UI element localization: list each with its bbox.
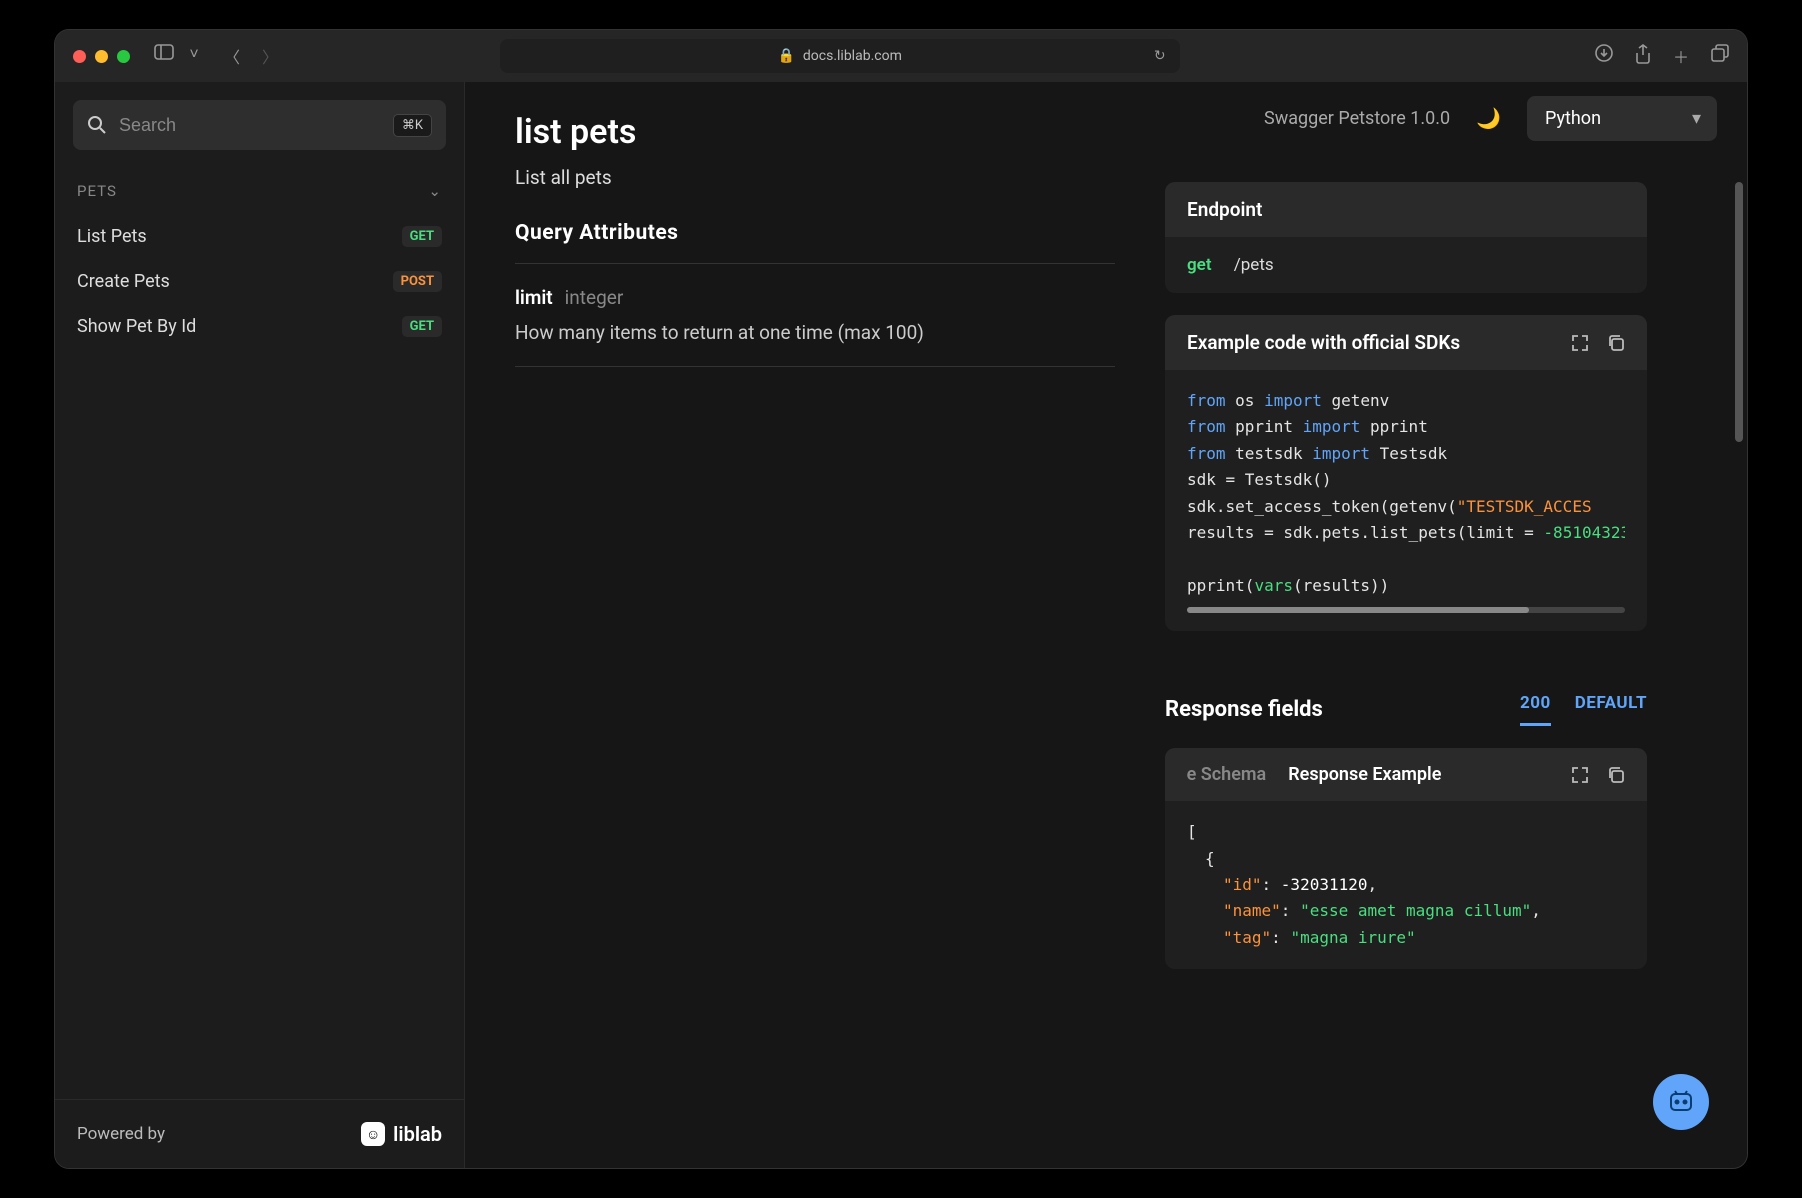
close-window-button[interactable] [73, 50, 86, 63]
response-panel-header: ponse Schema Response Example [1165, 748, 1647, 801]
language-value: Python [1545, 108, 1601, 129]
address-bar[interactable]: 🔒 docs.liblab.com ↻ [500, 39, 1180, 73]
param-name: limit [515, 286, 553, 309]
page-title: list pets [515, 112, 1115, 152]
back-button[interactable]: 〈 [220, 44, 244, 68]
sidebar-item-list-pets[interactable]: List Pets GET [55, 214, 464, 259]
sidebar-footer: Powered by ☺ liblab [55, 1099, 464, 1168]
expand-icon[interactable] [1571, 334, 1589, 352]
vertical-scrollbar[interactable] [1735, 182, 1743, 442]
window-controls [73, 50, 130, 63]
tab-response-example[interactable]: Response Example [1288, 764, 1441, 785]
sidebar-toggle-icon[interactable] [154, 44, 178, 68]
response-header-row: Response fields 200 DEFAULT [1165, 693, 1647, 726]
sidebar: ⌘K PETS ⌄ List Pets GET Create Pets POST… [55, 82, 465, 1168]
status-tabs: 200 DEFAULT [1520, 693, 1647, 726]
horizontal-scrollbar[interactable] [1187, 607, 1625, 613]
browser-window: ˅ 〈 〉 🔒 docs.liblab.com ↻ ＋ ⌘K PETS ⌄ [55, 30, 1747, 1168]
powered-by-label: Powered by [77, 1124, 165, 1144]
sidebar-item-label: Show Pet By Id [77, 316, 196, 337]
search-icon [87, 115, 107, 135]
language-select[interactable]: Python [1527, 96, 1717, 141]
sidebar-item-create-pets[interactable]: Create Pets POST [55, 259, 464, 304]
example-body: from os import getenv from pprint import… [1165, 370, 1647, 631]
chevron-down-icon: ⌄ [428, 182, 442, 200]
endpoint-heading: Endpoint [1165, 182, 1647, 237]
example-panel: Example code with official SDKs from os … [1165, 315, 1647, 631]
code-block[interactable]: from os import getenv from pprint import… [1187, 388, 1625, 599]
query-attributes-heading: Query Attributes [515, 221, 1115, 245]
tab-200[interactable]: 200 [1520, 693, 1551, 726]
endpoint-panel: Endpoint get /pets [1165, 182, 1647, 293]
reload-icon[interactable]: ↻ [1154, 48, 1166, 64]
method-badge: POST [393, 271, 442, 292]
theme-toggle-moon-icon[interactable]: 🌙 [1476, 106, 1501, 130]
share-icon[interactable] [1635, 44, 1651, 68]
new-tab-icon[interactable]: ＋ [1673, 44, 1689, 68]
copy-icon[interactable] [1607, 766, 1625, 784]
tab-response-schema[interactable]: ponse Schema [1187, 764, 1266, 785]
browser-titlebar: ˅ 〈 〉 🔒 docs.liblab.com ↻ ＋ [55, 30, 1747, 82]
endpoint-body: get /pets [1165, 237, 1647, 293]
content-column: list pets List all pets Query Attributes… [465, 82, 1165, 1168]
method-badge: GET [402, 316, 442, 337]
tabs-icon[interactable] [1711, 44, 1729, 68]
download-icon[interactable] [1595, 44, 1613, 68]
method-badge: GET [402, 226, 442, 247]
section-label: PETS [77, 182, 117, 200]
param-type: integer [565, 286, 624, 309]
http-method: get [1187, 255, 1212, 275]
minimize-window-button[interactable] [95, 50, 108, 63]
sidebar-item-label: List Pets [77, 226, 147, 247]
api-title: Swagger Petstore 1.0.0 [1264, 108, 1450, 129]
app-root: ⌘K PETS ⌄ List Pets GET Create Pets POST… [55, 82, 1747, 1168]
code-column: Endpoint get /pets Example code with off… [1165, 82, 1675, 1168]
tab-default[interactable]: DEFAULT [1575, 693, 1647, 726]
response-panel: ponse Schema Response Example [{"id": -3… [1165, 748, 1647, 969]
param-limit: limit integer How many items to return a… [515, 263, 1115, 367]
lock-icon: 🔒 [777, 48, 794, 64]
top-bar: Swagger Petstore 1.0.0 🌙 Python [1234, 82, 1747, 154]
sidebar-item-show-pet[interactable]: Show Pet By Id GET [55, 304, 464, 349]
maximize-window-button[interactable] [117, 50, 130, 63]
endpoint-path: /pets [1234, 255, 1274, 275]
url-text: docs.liblab.com [803, 48, 902, 64]
search-box[interactable]: ⌘K [73, 100, 446, 150]
chevron-down-icon[interactable]: ˅ [182, 44, 206, 68]
chat-fab[interactable] [1653, 1074, 1709, 1130]
copy-icon[interactable] [1607, 334, 1625, 352]
sidebar-section-pets[interactable]: PETS ⌄ [55, 160, 464, 214]
main-panel: Swagger Petstore 1.0.0 🌙 Python list pet… [465, 82, 1747, 1168]
sidebar-item-label: Create Pets [77, 271, 170, 292]
expand-icon[interactable] [1571, 766, 1589, 784]
example-heading: Example code with official SDKs [1165, 315, 1647, 370]
response-fields-heading: Response fields [1165, 697, 1323, 722]
liblab-logo-icon: ☺ [361, 1122, 385, 1146]
liblab-brand[interactable]: ☺ liblab [361, 1122, 442, 1146]
search-input[interactable] [119, 115, 381, 136]
param-description: How many items to return at one time (ma… [515, 321, 1115, 344]
forward-button[interactable]: 〉 [258, 44, 282, 68]
search-shortcut: ⌘K [393, 114, 432, 137]
page-description: List all pets [515, 166, 1115, 189]
brand-text: liblab [393, 1122, 442, 1146]
json-block[interactable]: [{"id": -32031120,"name": "esse amet mag… [1165, 801, 1647, 969]
